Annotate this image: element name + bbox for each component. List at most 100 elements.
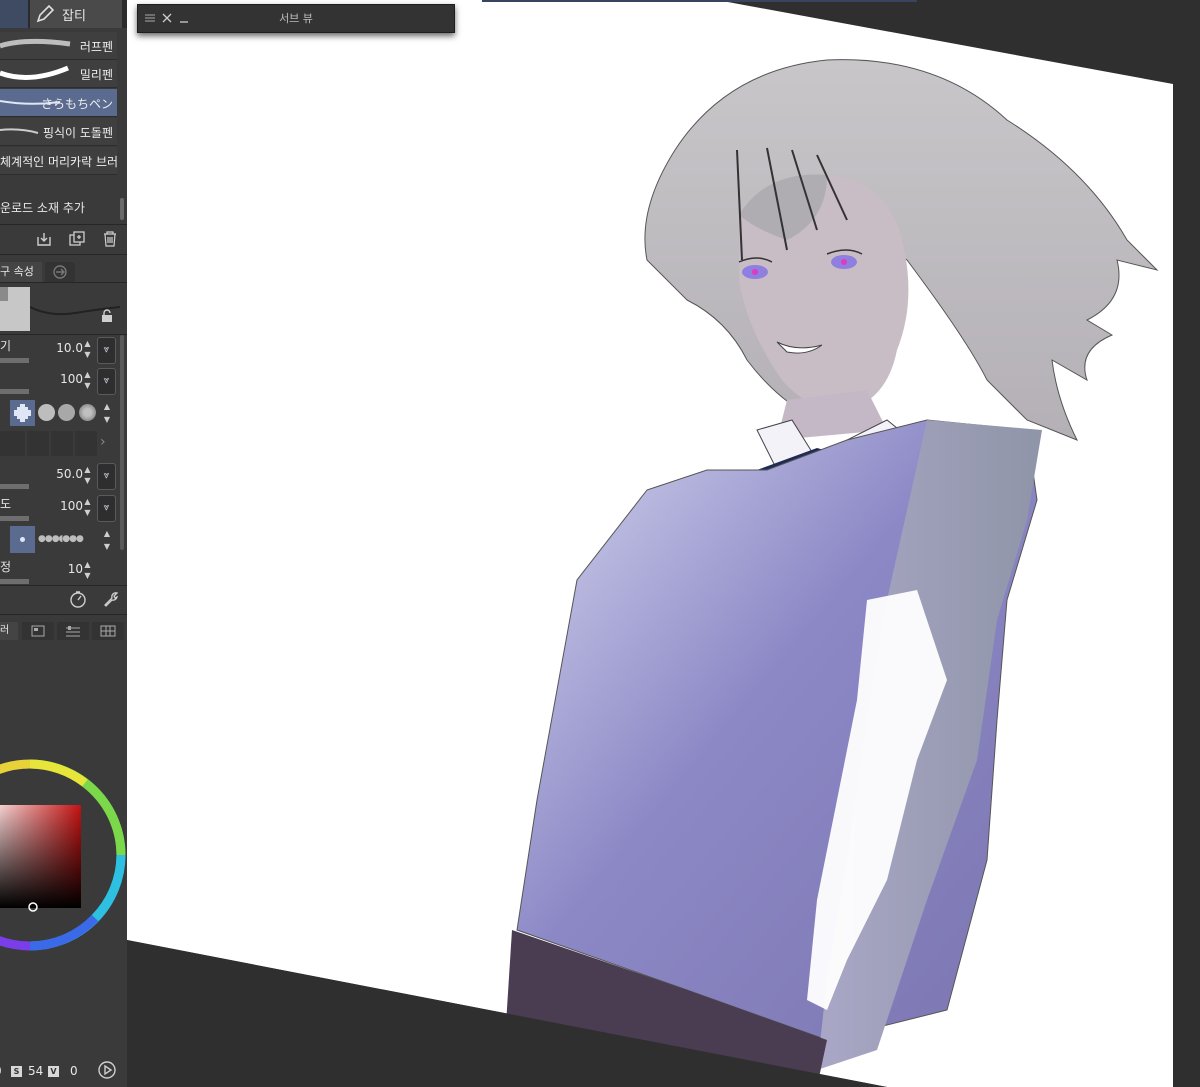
tab-tool-property[interactable]: 구 속성	[0, 262, 42, 282]
subview-title: 서브 뷰	[279, 12, 313, 25]
s-badge: S	[11, 1066, 22, 1077]
prop-spinner[interactable]: ▲ ▼	[83, 559, 92, 583]
prop-opacity[interactable]: 100 ▲ ▼ ⩔	[0, 366, 119, 396]
brush-item-milli-pen[interactable]: 밀리펜	[0, 60, 117, 88]
prop-spinner[interactable]: ▲ ▼	[83, 464, 92, 488]
prop-value: 100	[60, 372, 83, 386]
prop-value: 10	[67, 562, 83, 576]
brush-label: さらもちペン	[40, 97, 113, 111]
prop-slider[interactable]	[0, 358, 29, 363]
duplicate-button[interactable]	[67, 228, 87, 250]
tab-spot-tool-label: 잡티	[62, 8, 86, 24]
tab-color-set[interactable]	[22, 622, 54, 640]
import-icon	[37, 233, 51, 246]
prop-value: 10.0	[56, 341, 83, 355]
trash-icon	[104, 231, 116, 247]
spray-shape-selected[interactable]	[10, 526, 35, 553]
v-badge: V	[48, 1066, 59, 1077]
prop-density[interactable]: 50.0 ▲ ▼ ⩔	[0, 461, 119, 491]
prop-label: 기	[0, 339, 12, 353]
canvas-area[interactable]: 서브 뷰	[127, 0, 1200, 1087]
property-scrollbar[interactable]	[120, 335, 124, 550]
prop-spinner[interactable]: ▲ ▼	[83, 338, 92, 362]
v-value: 0	[70, 1064, 78, 1078]
tab-prev[interactable]	[0, 0, 28, 28]
brush-list-scrollbar[interactable]	[120, 198, 124, 220]
grid-icon	[100, 625, 116, 637]
tab-spot-tool[interactable]: 잡티	[30, 0, 122, 28]
brush-item-dodol-pen[interactable]: 핑식이 도돌펜	[0, 118, 117, 146]
prop-spinner[interactable]: ▲ ▼	[83, 369, 92, 393]
pixel-brush-icon	[14, 404, 31, 422]
prop-slider[interactable]	[0, 389, 29, 394]
brush-shape-soft[interactable]	[79, 404, 96, 421]
prop-stabilization[interactable]: 정 10 ▲ ▼	[0, 556, 119, 586]
brush-shape-row: ▲ ▼	[0, 398, 119, 428]
brush-shape-medium[interactable]	[58, 404, 75, 421]
tab-intermediate-color[interactable]	[57, 622, 89, 640]
brush-shape-selected[interactable]	[10, 400, 35, 426]
history-button[interactable]	[68, 588, 88, 610]
prop-spinner[interactable]: ▲ ▼	[83, 496, 92, 520]
color-wheel[interactable]	[0, 750, 127, 970]
texture-slot[interactable]	[0, 431, 25, 456]
brush-shape-hard[interactable]	[38, 404, 55, 421]
lock-icon[interactable]	[100, 309, 114, 323]
pressure-toggle[interactable]: ⩔	[97, 495, 116, 522]
brush-label: 핑식이 도돌펜	[42, 126, 113, 140]
pressure-toggle[interactable]: ⩔	[97, 337, 116, 364]
prop-slider[interactable]	[0, 516, 29, 521]
brush-label: 밀리펜	[79, 68, 113, 82]
chevron-right-icon[interactable]: ›	[100, 434, 106, 450]
pen-icon	[36, 4, 55, 23]
clock-icon	[70, 591, 86, 608]
prop-label: 도	[0, 497, 12, 511]
tool-tabs: 잡티	[0, 0, 127, 28]
prop-slider[interactable]	[0, 484, 29, 489]
tab-color-wheel-label: 러	[0, 625, 10, 636]
texture-slot[interactable]	[75, 431, 97, 456]
brush-item-hair-brush[interactable]: 체계적인 머리카락 브러	[0, 147, 119, 175]
tab-tool-property-label: 구 속성	[0, 265, 34, 278]
brush-label: 체계적인 머리카락 브러	[0, 155, 119, 169]
duplicate-icon	[69, 231, 85, 246]
pressure-toggle[interactable]: ⩔	[97, 368, 116, 395]
texture-slot[interactable]	[27, 431, 49, 456]
brush-label: 러프펜	[79, 40, 113, 54]
s-value: 54	[28, 1064, 44, 1078]
tab-color-wheel[interactable]: 러	[0, 622, 18, 640]
spray-spinner[interactable]: ▲ ▼	[100, 527, 114, 553]
play-icon[interactable]	[97, 1060, 117, 1080]
settings-button[interactable]	[101, 588, 121, 610]
brush-item-rough-pen[interactable]: 러프펜	[0, 32, 117, 60]
prop-label: 정	[0, 560, 12, 574]
brush-tip-preview	[0, 287, 30, 331]
brush-shape-spinner[interactable]: ▲ ▼	[100, 400, 114, 426]
delete-button[interactable]	[100, 228, 120, 250]
canvas-view[interactable]	[127, 0, 1200, 1087]
prop-value: 50.0	[56, 467, 83, 481]
prop-hardness[interactable]: 도 100 ▲ ▼ ⩔	[0, 493, 119, 523]
subview-window[interactable]: 서브 뷰	[137, 4, 455, 33]
tab-color-history[interactable]	[92, 622, 124, 640]
left-panel: 잡티 러프펜 밀리펜 さらもちペン 핑식이 도돌펜 체계적인 머리카락 브러 운…	[0, 0, 127, 1087]
prop-value: 100	[60, 499, 83, 513]
import-button[interactable]	[34, 228, 54, 250]
add-material-link[interactable]: 운로드 소재 추가	[0, 199, 85, 216]
tab-sub-tool[interactable]	[45, 262, 75, 282]
spray-shape-options[interactable]: ●●●◖●●●	[38, 534, 84, 544]
sub-tool-icon	[53, 265, 67, 279]
wrench-icon	[104, 592, 119, 607]
brush-item-saramochi-pen[interactable]: さらもちペン	[0, 89, 117, 117]
h-value-fragment: 0	[0, 1064, 2, 1078]
prop-slider[interactable]	[0, 579, 29, 584]
pressure-toggle[interactable]: ⩔	[97, 463, 116, 490]
palette-tabs: 러	[0, 622, 127, 640]
texture-slot[interactable]	[51, 431, 73, 456]
palette-icon	[31, 625, 45, 637]
slider-icon	[66, 626, 80, 637]
spray-shape-row: ●●●◖●●● ▲ ▼	[0, 526, 119, 554]
color-status-bar: 0 S 54 V 0	[0, 1060, 127, 1084]
prop-brush-size[interactable]: 기 10.0 ▲ ▼ ⩔	[0, 335, 119, 365]
texture-row: ›	[0, 431, 119, 459]
